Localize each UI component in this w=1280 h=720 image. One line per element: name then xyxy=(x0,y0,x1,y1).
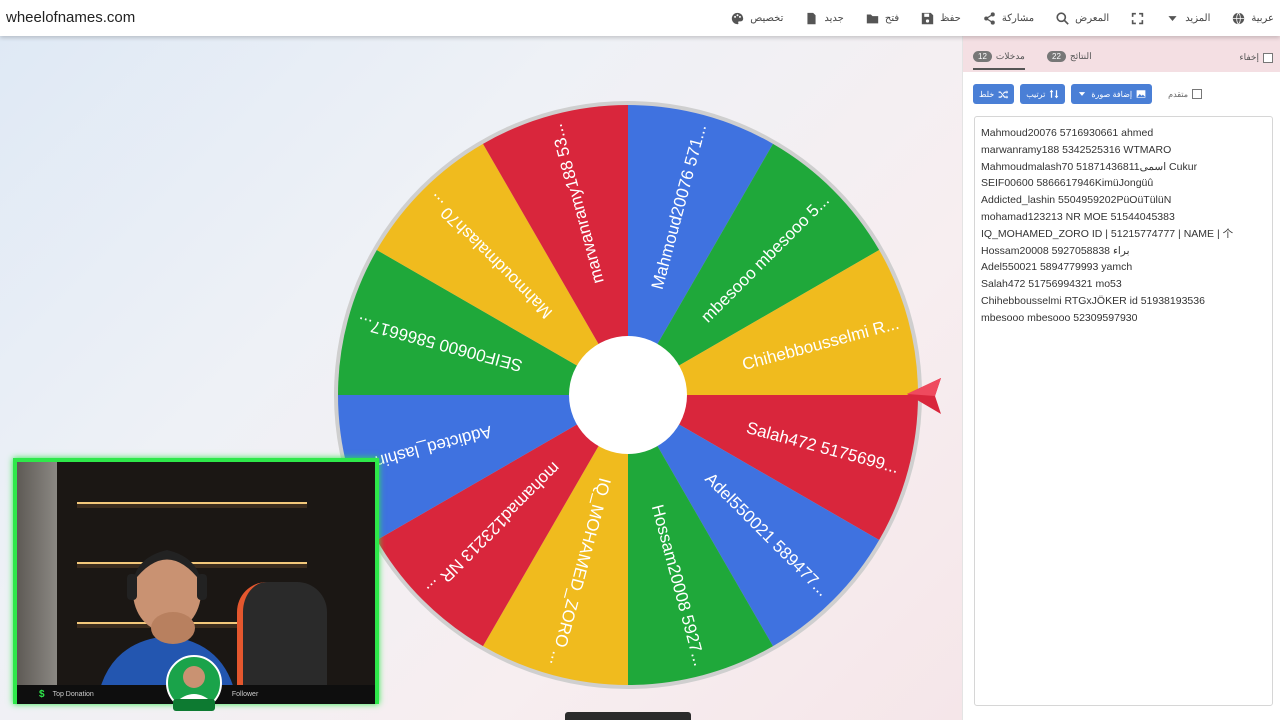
entry-line: mbesooo mbesooo 52309597930 xyxy=(981,311,1138,324)
folder-icon xyxy=(866,13,879,23)
wheel-pointer-icon xyxy=(907,378,941,414)
globe-icon xyxy=(1233,12,1245,24)
entry-line: IQ_MOHAMED_ZORO ID | 51215774777 | NAME … xyxy=(981,227,1234,240)
entry-line: Hossam20008 5927058838 براء xyxy=(981,244,1130,257)
entry-line: Salah472 51756994321 mo53 xyxy=(981,278,1122,291)
top-bar: wheelofnames.com عربية المزيد المعرض مشا… xyxy=(0,0,1280,36)
entry-line: Mahmoud20076 5716930661 ahmed xyxy=(981,127,1154,139)
share-icon xyxy=(984,11,995,25)
save-icon xyxy=(921,12,934,24)
channel-logo-icon xyxy=(166,655,222,711)
entry-line: Adel550021 5894779993 yamch xyxy=(981,261,1133,274)
menu-more[interactable]: المزيد xyxy=(1166,12,1210,25)
sort-button[interactable]: ترتيب xyxy=(1020,84,1066,104)
advanced-toggle[interactable]: متقدم xyxy=(1168,89,1203,99)
add-image-button[interactable]: إضافة صورة xyxy=(1071,84,1153,104)
follower-label: Follower xyxy=(231,691,259,698)
wheel-graphic[interactable]: Salah472 5175699...Adel550021 589477...H… xyxy=(333,100,923,690)
entry-line: SEIF00600 5866617946KimüJongüû xyxy=(981,177,1154,190)
sort-icon xyxy=(1049,89,1059,99)
palette-icon xyxy=(732,12,744,24)
caret-down-icon xyxy=(1168,15,1177,21)
cam-shelf xyxy=(77,502,307,508)
entry-line: mohamad123213 NR MOE 51544045383 xyxy=(981,210,1175,223)
menu-open-label: فتح xyxy=(884,12,900,24)
tab-entries[interactable]: 12 مدخلات xyxy=(973,51,1025,70)
file-icon xyxy=(807,12,816,24)
shuffle-icon xyxy=(998,90,1009,99)
wheel[interactable]: Salah472 5175699... Adel550021 589477... H… xyxy=(333,100,923,690)
hide-checkbox[interactable] xyxy=(1263,52,1273,63)
menu-fullscreen[interactable] xyxy=(1131,12,1144,25)
top-donation-label: Top Donation xyxy=(52,691,94,698)
menu-gallery[interactable]: المعرض xyxy=(1056,11,1110,25)
entries-count-badge: 12 xyxy=(973,51,992,62)
results-count-badge: 22 xyxy=(1047,51,1066,62)
advanced-label: متقدم xyxy=(1168,89,1189,99)
entries-toolbar: خلط ترتيب إضافة صورة متقدم xyxy=(973,84,1203,104)
caret-down-icon xyxy=(1079,92,1086,96)
menu-gallery-label: المعرض xyxy=(1075,12,1110,24)
menu-save[interactable]: حفظ xyxy=(921,12,961,25)
cam-chair xyxy=(237,582,327,700)
top-menu: عربية المزيد المعرض مشاركة حفظ فتح جديد xyxy=(731,0,1274,36)
entries-textarea[interactable]: Mahmoud20076 5716930661 ahmed marwanramy1… xyxy=(974,116,1273,706)
menu-save-label: حفظ xyxy=(940,12,961,24)
menu-new[interactable]: جديد xyxy=(805,12,844,25)
entry-line: Addicted_lashin 5504959202PüOüTülüN xyxy=(981,194,1172,207)
hide-label: إخفاء xyxy=(1239,52,1259,62)
cam-window xyxy=(17,462,57,700)
entry-line: Mahmoudmalash70 51871436811اسمی Cukur xyxy=(981,160,1198,173)
entries-panel: 22 النتائج 12 مدخلات إخفاء خلط ترتيب إضا… xyxy=(962,36,1280,720)
tab-results[interactable]: 22 النتائج xyxy=(1047,51,1092,62)
panel-header: 22 النتائج 12 مدخلات إخفاء xyxy=(963,36,1280,72)
dollar-icon: $ xyxy=(39,689,45,700)
menu-more-label: المزيد xyxy=(1185,12,1211,24)
search-icon xyxy=(1056,11,1069,25)
site-title[interactable]: wheelofnames.com xyxy=(6,9,135,26)
tab-entries-label: مدخلات xyxy=(995,51,1025,61)
menu-language[interactable]: عربية xyxy=(1232,12,1274,25)
menu-share-label: مشاركة xyxy=(1001,12,1035,24)
hide-toggle[interactable]: إخفاء xyxy=(1239,52,1273,63)
menu-customize[interactable]: تخصيص xyxy=(731,12,783,25)
menu-share[interactable]: مشاركة xyxy=(983,11,1035,25)
menu-language-label: عربية xyxy=(1251,12,1274,24)
fullscreen-icon xyxy=(1132,12,1144,24)
advanced-checkbox[interactable] xyxy=(1192,89,1203,99)
menu-new-label: جديد xyxy=(824,12,844,24)
entry-line: marwanramy188 5342525316 WTMARO xyxy=(981,143,1172,156)
entry-line: Chihebbousselmi RTGxJÖKER id 51938193536 xyxy=(981,294,1205,307)
wheel-center[interactable] xyxy=(569,336,687,454)
tab-results-label: النتائج xyxy=(1069,51,1092,61)
shuffle-label: خلط xyxy=(979,89,995,99)
menu-customize-label: تخصيص xyxy=(750,12,784,24)
bottom-handle[interactable] xyxy=(565,712,691,720)
add-image-label: إضافة صورة xyxy=(1091,89,1133,99)
shuffle-button[interactable]: خلط xyxy=(973,84,1015,104)
sort-label: ترتيب xyxy=(1026,89,1046,99)
menu-open[interactable]: فتح xyxy=(866,12,899,25)
image-icon xyxy=(1136,90,1146,98)
